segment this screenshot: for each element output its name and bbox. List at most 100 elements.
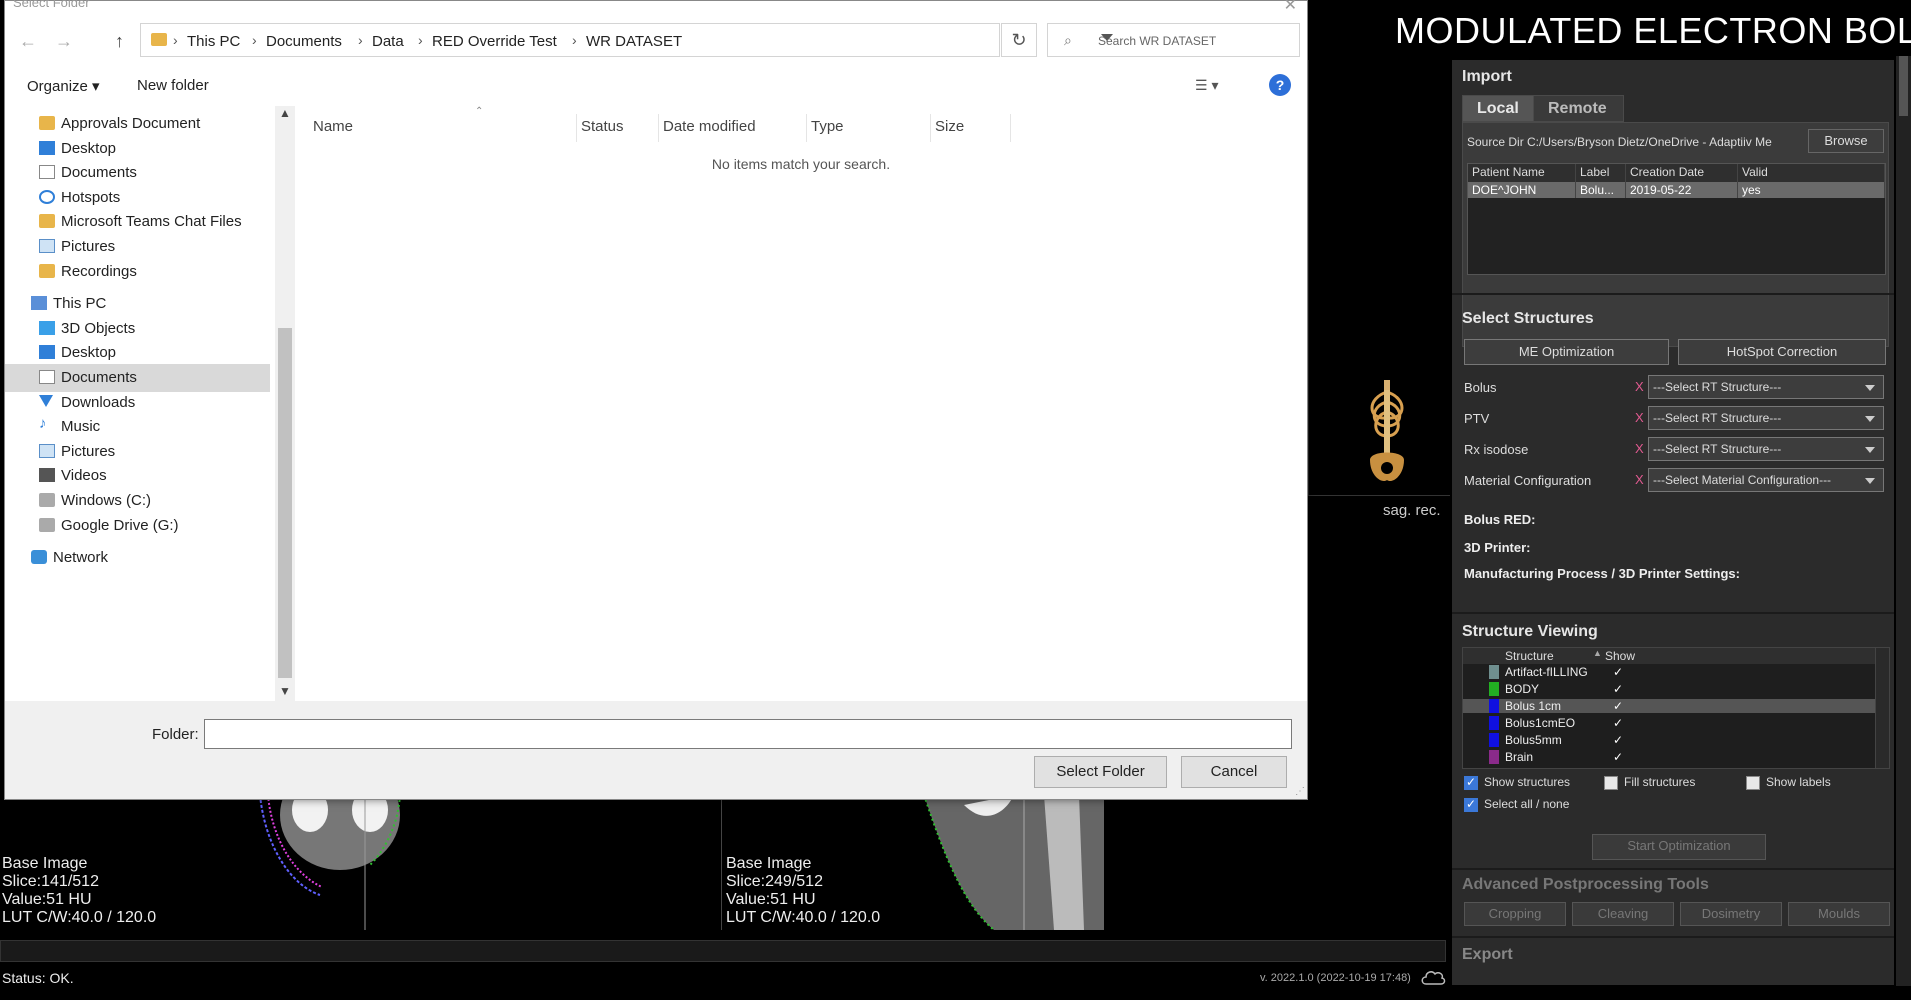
structure-name: BODY	[1505, 682, 1540, 696]
breadcrumb-documents[interactable]: Documents	[266, 33, 342, 50]
checkmark-icon[interactable]: ✓	[1613, 665, 1623, 679]
tab-local[interactable]: Local	[1462, 95, 1534, 122]
bolus-clear-icon[interactable]: X	[1635, 379, 1644, 394]
fill-structures-checkbox[interactable]: Fill structures	[1604, 775, 1695, 791]
panel-scrollbar[interactable]	[1896, 56, 1911, 986]
cleaving-button[interactable]: Cleaving	[1572, 902, 1674, 926]
app-title: MODULATED ELECTRON BOLUS	[1395, 10, 1911, 51]
nav-item-label: Videos	[61, 467, 107, 485]
3d-objects-icon	[39, 320, 55, 335]
hotspot-correction-button[interactable]: HotSpot Correction	[1678, 339, 1886, 365]
refresh-icon[interactable]: ↻	[1001, 23, 1037, 57]
scrollbar-thumb[interactable]	[1899, 56, 1908, 116]
new-folder-button[interactable]: New folder	[137, 77, 209, 94]
start-optimization-button[interactable]: Start Optimization	[1592, 834, 1766, 860]
table-row[interactable]: DOE^JOHN Bolu... 2019-05-22 yes	[1468, 182, 1885, 198]
back-arrow-icon[interactable]: ←	[19, 31, 37, 52]
cell-patient-name: DOE^JOHN	[1468, 182, 1576, 198]
version-text: v. 2022.1.0 (2022-10-19 17:48)	[1260, 972, 1411, 984]
checkmark-icon[interactable]: ✓	[1613, 750, 1623, 764]
scroll-up-icon[interactable]: ▲	[279, 106, 291, 120]
checkmark-icon[interactable]: ✓	[1613, 682, 1623, 696]
checkmark-icon[interactable]: ✓	[1613, 699, 1623, 713]
breadcrumb-red-override-test[interactable]: RED Override Test	[432, 33, 557, 50]
nav-item-label: Microsoft Teams Chat Files	[61, 213, 242, 231]
select-all-checkbox[interactable]: Select all / none	[1464, 797, 1569, 813]
moulds-button[interactable]: Moulds	[1788, 902, 1890, 926]
resize-grip-icon[interactable]: ⋰	[1295, 786, 1305, 797]
table-row[interactable]: Brain ✓	[1463, 750, 1875, 764]
table-row[interactable]: Bolus1cmEO ✓	[1463, 716, 1875, 730]
ptv-clear-icon[interactable]: X	[1635, 410, 1644, 425]
rx-isodose-clear-icon[interactable]: X	[1635, 441, 1644, 456]
ptv-select[interactable]: ---Select RT Structure---	[1648, 406, 1884, 430]
bolus-select[interactable]: ---Select RT Structure---	[1648, 375, 1884, 399]
tab-remote[interactable]: Remote	[1533, 95, 1624, 122]
col-valid[interactable]: Valid	[1738, 164, 1885, 182]
organize-button[interactable]: Organize ▾	[27, 77, 100, 95]
nav-item-label: Network	[53, 549, 109, 567]
col-structure[interactable]: Structure	[1505, 649, 1554, 663]
nav-item-label: This PC	[53, 295, 107, 313]
table-row[interactable]: BODY ✓	[1463, 682, 1875, 696]
structure-table-scrollbar[interactable]	[1875, 648, 1889, 768]
help-icon[interactable]: ?	[1269, 74, 1291, 96]
view-options-icon[interactable]: ☰ ▾	[1195, 77, 1218, 94]
table-row[interactable]: Bolus5mm ✓	[1463, 733, 1875, 747]
forward-arrow-icon[interactable]: →	[55, 31, 73, 52]
ct-view-sagittal[interactable]: Base Image Slice:249/512 Value:51 HU LUT…	[724, 795, 1448, 930]
rx-isodose-select[interactable]: ---Select RT Structure---	[1648, 437, 1884, 461]
cropping-button[interactable]: Cropping	[1464, 902, 1566, 926]
cell-creation-date: 2019-05-22	[1626, 182, 1738, 198]
checkmark-icon[interactable]: ✓	[1613, 716, 1623, 730]
folder-icon	[39, 214, 55, 229]
breadcrumb-data[interactable]: Data	[372, 33, 404, 50]
table-row[interactable]: Bolus 1cm ✓	[1463, 699, 1875, 713]
me-optimization-button[interactable]: ME Optimization	[1464, 339, 1669, 365]
material-config-clear-icon[interactable]: X	[1635, 472, 1644, 487]
col-creation-date[interactable]: Creation Date	[1626, 164, 1738, 182]
checkmark-icon[interactable]: ✓	[1613, 733, 1623, 747]
nav-scrollbar[interactable]: ▲ ▼	[275, 106, 295, 701]
rx-isodose-label: Rx isodose	[1464, 442, 1529, 457]
col-status[interactable]: Status	[577, 114, 659, 142]
show-labels-label: Show labels	[1766, 775, 1831, 789]
status-text: Status: OK.	[2, 970, 74, 986]
address-bar[interactable]: › This PC › Documents › Data › RED Overr…	[140, 23, 1113, 57]
dosimetry-button[interactable]: Dosimetry	[1680, 902, 1782, 926]
col-show[interactable]: Show	[1605, 649, 1635, 663]
cancel-button[interactable]: Cancel	[1181, 756, 1287, 788]
show-structures-checkbox[interactable]: Show structures	[1464, 775, 1570, 791]
col-date-modified[interactable]: Date modified	[659, 114, 807, 142]
scroll-down-icon[interactable]: ▼	[279, 684, 291, 698]
checkbox-icon	[1464, 775, 1478, 790]
select-folder-button[interactable]: Select Folder	[1034, 756, 1167, 788]
nav-item[interactable]: Google Drive (G:)	[5, 512, 270, 540]
bolus-red-label: Bolus RED:	[1464, 512, 1536, 527]
ct-views: Base Image Slice:141/512 Value:51 HU LUT…	[0, 795, 1448, 930]
search-box[interactable]: ⌕ Search WR DATASET	[1047, 23, 1300, 57]
browse-button[interactable]: Browse	[1808, 129, 1884, 153]
dialog-title: Select Folder	[13, 0, 90, 10]
nav-item[interactable]: Network	[5, 544, 270, 572]
ct-view-axial[interactable]: Base Image Slice:141/512 Value:51 HU LUT…	[0, 795, 722, 930]
breadcrumb-this-pc[interactable]: This PC	[187, 33, 240, 50]
drive-icon	[39, 517, 55, 532]
col-label[interactable]: Label	[1576, 164, 1626, 182]
material-config-select[interactable]: ---Select Material Configuration---	[1648, 468, 1884, 492]
ct-slice: Slice:249/512	[726, 873, 823, 890]
file-list: Name ⌃ Status Date modified Type Size No…	[295, 106, 1307, 701]
folder-input[interactable]	[204, 719, 1292, 749]
table-row[interactable]: Artifact-fILLING ✓	[1463, 665, 1875, 679]
scrollbar-thumb[interactable]	[278, 328, 292, 678]
nav-item[interactable]: Recordings	[5, 258, 270, 286]
up-arrow-icon[interactable]: ↑	[115, 31, 124, 52]
close-icon[interactable]: ✕	[1284, 0, 1297, 15]
col-size[interactable]: Size	[931, 114, 1011, 142]
show-labels-checkbox[interactable]: Show labels	[1746, 775, 1831, 791]
col-type[interactable]: Type	[807, 114, 931, 142]
col-patient-name[interactable]: Patient Name	[1468, 164, 1576, 182]
breadcrumb-wr-dataset[interactable]: WR DATASET	[586, 33, 682, 50]
cloud-icon[interactable]	[1420, 968, 1446, 986]
col-name[interactable]: Name	[309, 114, 577, 142]
